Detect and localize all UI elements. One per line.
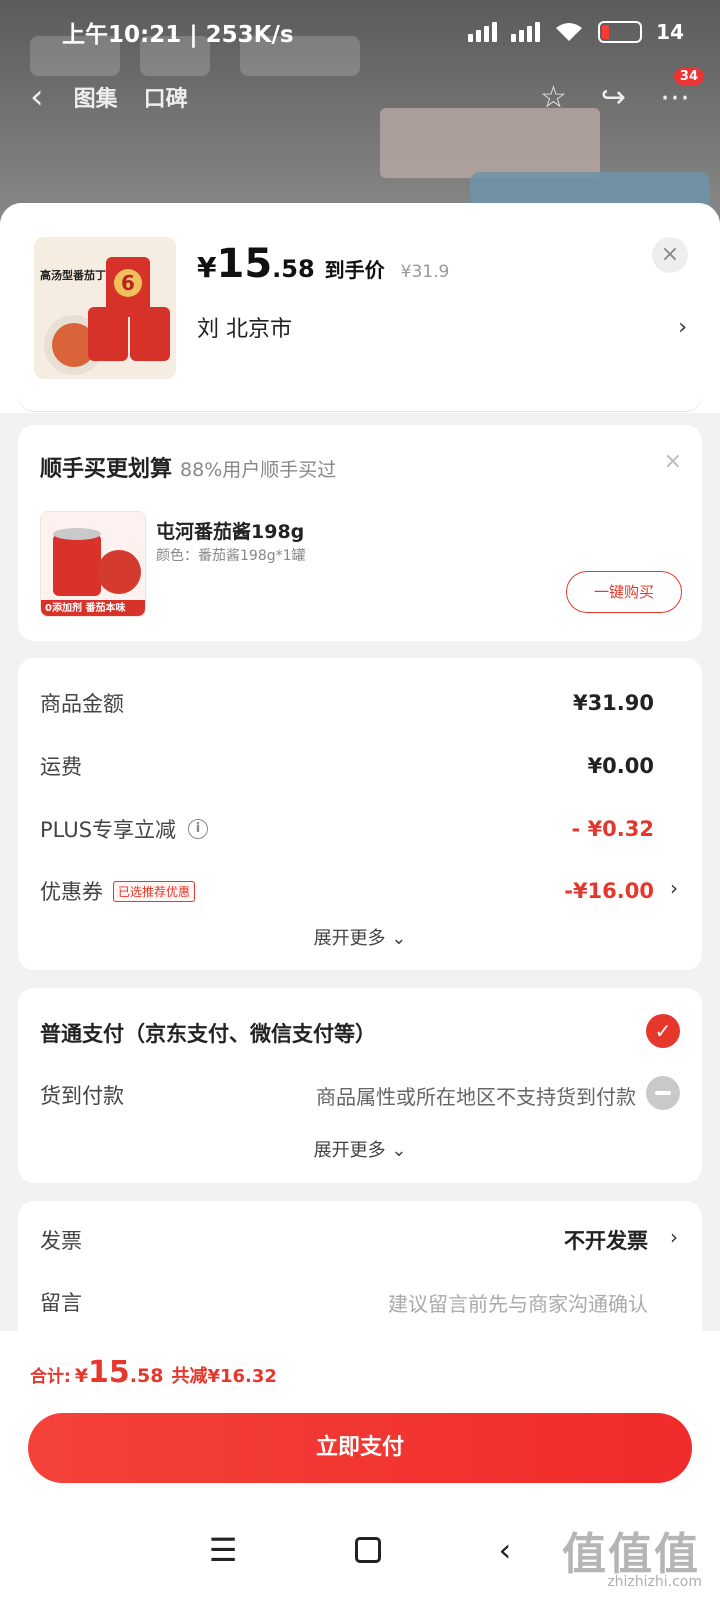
disabled-icon xyxy=(646,1076,680,1110)
coupon-tag: 已选推荐优惠 xyxy=(113,880,196,902)
total-yen: ¥ xyxy=(74,1365,89,1387)
menu-icon[interactable]: ☰ xyxy=(209,1531,238,1569)
shipping-value: ¥0.00 xyxy=(587,754,654,778)
addon-subtitle: 88%用户顺手买过 xyxy=(180,459,337,481)
info-icon[interactable]: i xyxy=(188,819,209,839)
wifi-icon xyxy=(556,23,583,41)
coupon-value: -¥16.00 xyxy=(564,879,654,903)
message-input[interactable]: 建议留言前先与商家沟通确认 xyxy=(388,1288,648,1317)
payment-method-card: 普通支付（京东支付、微信支付等） ✓ 货到付款 商品属性或所在地区不支持货到付款… xyxy=(18,988,702,1183)
expand-more-button[interactable]: 展开更多 ⌄ xyxy=(18,1136,702,1162)
card-edge xyxy=(18,393,702,411)
addon-image-caption: 0添加剂 番茄本味 xyxy=(45,603,126,614)
address-text: 刘 北京市 xyxy=(197,317,292,342)
plus-discount-value: - ¥0.32 xyxy=(571,817,654,841)
total-row: 合计: ¥ 15 .58 共减¥16.32 xyxy=(30,1355,277,1390)
status-bar: 上午10:21 | 253K/s 14 xyxy=(0,0,720,64)
shipping-label: 运费 xyxy=(40,755,82,779)
total-savings: 共减¥16.32 xyxy=(171,1366,277,1387)
addon-item-spec: 颜色：番茄酱198g*1罐 xyxy=(156,548,306,564)
watermark-logo: 值值值 xyxy=(562,1529,700,1580)
original-price: ¥31.9 xyxy=(400,262,450,282)
chevron-right-icon: › xyxy=(678,314,687,340)
status-time: 上午10:21 | 253K/s xyxy=(62,22,294,48)
summary-row-shipping: 运费 ¥0.00 xyxy=(40,751,654,781)
price-decimal: .58 xyxy=(272,255,315,283)
coupon-label: 优惠券 xyxy=(40,880,103,904)
price-summary-card: 商品金额 ¥31.90 运费 ¥0.00 PLUS专享立减 i - ¥0.32 … xyxy=(18,658,702,970)
plus-discount-label: PLUS专享立减 xyxy=(40,818,177,842)
thumb-number: 6 xyxy=(121,271,135,295)
total-decimal: .58 xyxy=(129,1365,164,1387)
total-integer: 15 xyxy=(88,1355,130,1390)
tab-gallery: 图集 xyxy=(73,87,118,112)
summary-row-plus-discount: PLUS专享立减 i - ¥0.32 xyxy=(40,814,654,844)
invoice-value[interactable]: 不开发票 xyxy=(564,1225,648,1255)
message-label: 留言 xyxy=(40,1291,82,1315)
product-thumbnail: 高汤型番茄丁 6 xyxy=(34,237,176,379)
signal-icon xyxy=(468,22,498,42)
cod-note: 商品属性或所在地区不支持货到付款 xyxy=(316,1085,636,1109)
normal-payment-label[interactable]: 普通支付（京东支付、微信支付等） xyxy=(40,1018,376,1048)
price-tag: 到手价 xyxy=(324,258,385,282)
addon-title-text: 顺手买更划算 xyxy=(40,457,173,482)
back-icon: ‹ xyxy=(30,77,44,117)
pay-now-button[interactable]: 立即支付 xyxy=(28,1413,692,1483)
addon-item-name[interactable]: 屯河番茄酱198g xyxy=(156,517,304,544)
battery-icon xyxy=(598,21,643,43)
invoice-label: 发票 xyxy=(40,1229,82,1253)
star-icon: ☆ xyxy=(539,79,567,115)
tab-reviews: 口碑 xyxy=(143,87,188,112)
price-row: ¥ 15 .58 到手价 ¥31.9 xyxy=(197,241,449,287)
chevron-right-icon[interactable]: › xyxy=(670,876,678,900)
battery-level: 14 xyxy=(656,20,684,44)
price-yen: ¥ xyxy=(197,251,217,284)
cod-label: 货到付款 xyxy=(40,1084,124,1108)
close-button[interactable]: × xyxy=(652,237,688,273)
watermark-url: zhizhizhi.com xyxy=(607,1574,702,1590)
total-label: 合计: xyxy=(30,1367,71,1387)
back-icon[interactable]: ‹ xyxy=(498,1531,511,1569)
home-icon[interactable] xyxy=(354,1537,381,1563)
price-integer: 15 xyxy=(216,241,273,287)
addon-title: 顺手买更划算 88%用户顺手买过 xyxy=(40,451,336,483)
address-selector[interactable]: 刘 北京市 › xyxy=(197,311,687,343)
product-header: 高汤型番茄丁 6 ¥ 15 .58 到手价 ¥31.9 × 刘 北京市 › xyxy=(0,203,720,413)
checkmark-icon[interactable]: ✓ xyxy=(646,1014,680,1048)
cart-badge: 34 xyxy=(673,67,704,85)
subtotal-label: 商品金额 xyxy=(40,692,124,716)
addon-product-image[interactable]: 0添加剂 番茄本味 xyxy=(40,511,146,617)
product-image xyxy=(34,237,176,379)
thumb-text: 高汤型番茄丁 xyxy=(40,269,106,282)
summary-row-coupon[interactable]: 优惠券 已选推荐优惠 -¥16.00 xyxy=(40,876,654,906)
close-icon[interactable]: × xyxy=(664,449,682,474)
share-icon: ↪ xyxy=(600,79,626,115)
addon-card: 顺手买更划算 88%用户顺手买过 × 0添加剂 番茄本味 屯河番茄酱198g 颜色… xyxy=(18,425,702,641)
subtotal-value: ¥31.90 xyxy=(572,691,654,715)
one-click-buy-button[interactable]: 一键购买 xyxy=(566,571,682,613)
background-nav: ‹ 图集 口碑 ☆ ↪ ⋯ 34 xyxy=(0,67,720,122)
more-icon: ⋯ xyxy=(660,79,690,115)
signal-icon xyxy=(511,22,541,42)
chevron-right-icon[interactable]: › xyxy=(670,1225,678,1249)
expand-more-button[interactable]: 展开更多 ⌄ xyxy=(18,924,702,950)
summary-row-subtotal: 商品金额 ¥31.90 xyxy=(40,688,654,718)
close-icon: × xyxy=(660,242,680,267)
